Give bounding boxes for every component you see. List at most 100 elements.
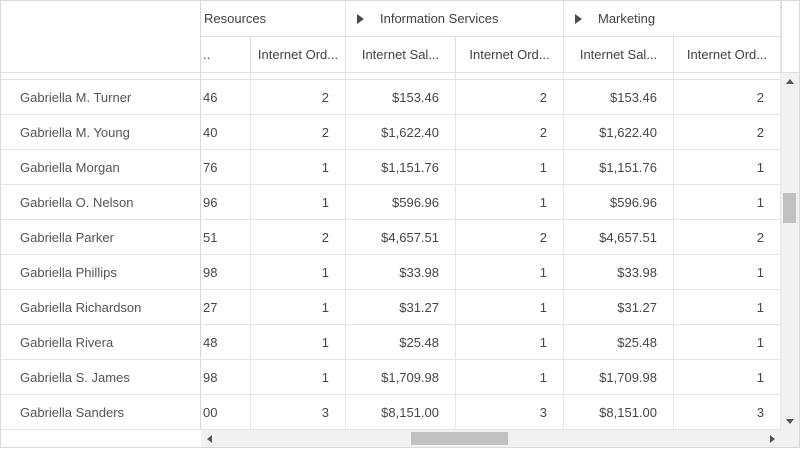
column-header-internet-sales[interactable]: Internet Sal... [346,37,456,72]
horizontal-scrollbar[interactable] [201,430,781,447]
table-row[interactable]: Gabriella Richardson271$31.271$31.271 [1,290,781,325]
vertical-scrollbar[interactable] [781,73,799,430]
column-header-internet-orders[interactable]: Internet Ord... [251,37,346,72]
data-cell[interactable]: 3 [456,395,564,429]
data-cell[interactable]: 48 [201,325,251,359]
data-cell[interactable]: $4,657.51 [564,220,674,254]
data-cell[interactable]: $31.27 [346,290,456,324]
data-cell[interactable]: 40 [201,115,251,149]
data-cell[interactable]: 1 [674,185,781,219]
data-cell[interactable]: 2 [674,115,781,149]
column-header-internet-orders[interactable]: Internet Ord... [674,37,781,72]
row-header-cell[interactable]: Gabriella Morgan [1,150,201,184]
data-cell[interactable]: 1 [456,255,564,289]
group-header-resources[interactable]: Resources [201,1,346,36]
data-cell[interactable]: 51 [201,220,251,254]
row-header-cell[interactable]: Gabriella Rivera [1,325,201,359]
data-cell[interactable]: 3 [251,395,346,429]
data-cell[interactable]: 2 [674,220,781,254]
table-row[interactable]: Gabriella Phillips981$33.981$33.981 [1,255,781,290]
data-cell[interactable]: 1 [251,185,346,219]
row-header-cell[interactable]: Gabriella Richardson [1,290,201,324]
table-row[interactable]: Gabriella S. James981$1,709.981$1,709.98… [1,360,781,395]
data-cell[interactable]: 1 [456,360,564,394]
data-cell[interactable]: 76 [201,150,251,184]
data-cell[interactable]: $25.48 [346,325,456,359]
data-cell[interactable]: 2 [456,220,564,254]
vertical-scroll-thumb[interactable] [783,193,796,223]
data-cell[interactable]: $153.46 [346,80,456,114]
data-cell[interactable]: $25.48 [564,325,674,359]
data-cell[interactable]: $1,709.98 [346,360,456,394]
table-row[interactable]: Gabriella Sanders003$8,151.003$8,151.003 [1,395,781,430]
horizontal-scroll-thumb[interactable] [411,432,508,445]
data-cell[interactable]: 2 [251,80,346,114]
data-cell[interactable]: $33.98 [564,255,674,289]
data-cell[interactable]: $153.46 [564,80,674,114]
row-header-cell[interactable]: Gabriella M. Turner [1,80,201,114]
row-header-cell[interactable]: Gabriella Phillips [1,255,201,289]
data-cell[interactable]: 1 [251,360,346,394]
data-cell[interactable]: 2 [674,80,781,114]
group-header-information-services[interactable]: Information Services [346,1,564,36]
table-row[interactable]: Gabriella O. Nelson961$596.961$596.961 [1,185,781,220]
data-cell[interactable]: 1 [251,255,346,289]
data-cell[interactable]: 1 [674,255,781,289]
data-cell[interactable]: $8,151.00 [346,395,456,429]
data-cell[interactable]: $1,622.40 [346,115,456,149]
row-header-cell[interactable]: Gabriella O. Nelson [1,185,201,219]
data-cell[interactable]: 2 [251,115,346,149]
scroll-right-button[interactable] [764,430,781,447]
data-cell[interactable]: 1 [251,150,346,184]
data-cell[interactable]: $31.27 [564,290,674,324]
data-cell[interactable]: 1 [674,150,781,184]
data-cell[interactable]: 1 [456,185,564,219]
data-cell[interactable]: 27 [201,290,251,324]
data-cell[interactable]: 2 [456,115,564,149]
data-cell[interactable]: 2 [251,220,346,254]
table-row[interactable]: Gabriella Rivera481$25.481$25.481 [1,325,781,360]
data-cell[interactable]: 1 [456,150,564,184]
data-cell[interactable]: $8,151.00 [564,395,674,429]
data-cell[interactable]: 1 [251,325,346,359]
data-cell[interactable]: $1,151.76 [346,150,456,184]
data-cell[interactable]: $4,657.51 [346,220,456,254]
data-cell[interactable]: 1 [456,325,564,359]
row-header-cell[interactable]: Gabriella Sanders [1,395,201,429]
expand-icon[interactable] [357,14,364,24]
table-row[interactable]: Gabriella Morgan761$1,151.761$1,151.761 [1,150,781,185]
data-cell[interactable]: 00 [201,395,251,429]
data-cell[interactable]: 98 [201,255,251,289]
data-cell[interactable]: 96 [201,185,251,219]
expand-icon[interactable] [575,14,582,24]
data-cell[interactable]: 1 [674,360,781,394]
column-header-clipped[interactable]: .. [201,37,251,72]
table-row[interactable]: Gabriella M. Young402$1,622.402$1,622.40… [1,115,781,150]
data-cell[interactable]: 46 [201,80,251,114]
data-cell[interactable]: $1,622.40 [564,115,674,149]
data-cell[interactable]: 1 [456,290,564,324]
data-cell[interactable]: $1,709.98 [564,360,674,394]
row-header-cell[interactable]: Gabriella S. James [1,360,201,394]
row-header-cell[interactable]: Gabriella Parker [1,220,201,254]
data-cell[interactable]: 3 [674,395,781,429]
group-header-marketing[interactable]: Marketing [564,1,781,36]
table-row[interactable]: Gabriella Parker512$4,657.512$4,657.512 [1,220,781,255]
column-header-internet-sales[interactable]: Internet Sal... [564,37,674,72]
data-cell[interactable]: $596.96 [564,185,674,219]
data-cell[interactable]: 2 [456,80,564,114]
scroll-down-button[interactable] [782,413,799,430]
data-cell[interactable]: $33.98 [346,255,456,289]
data-cell[interactable]: 1 [251,290,346,324]
row-header-cell[interactable]: Gabriella M. Young [1,115,201,149]
table-row[interactable]: Gabriella M. Turner462$153.462$153.462 [1,80,781,115]
data-cell[interactable]: $596.96 [346,185,456,219]
scroll-left-button[interactable] [201,430,218,447]
data-cell[interactable]: 1 [674,290,781,324]
scroll-up-button[interactable] [782,73,799,90]
data-cell[interactable]: 1 [674,325,781,359]
data-cell[interactable]: 98 [201,360,251,394]
column-header-internet-orders[interactable]: Internet Ord... [456,37,564,72]
group-header-row: Resources Information Services Marketing [201,1,781,37]
data-cell[interactable]: $1,151.76 [564,150,674,184]
